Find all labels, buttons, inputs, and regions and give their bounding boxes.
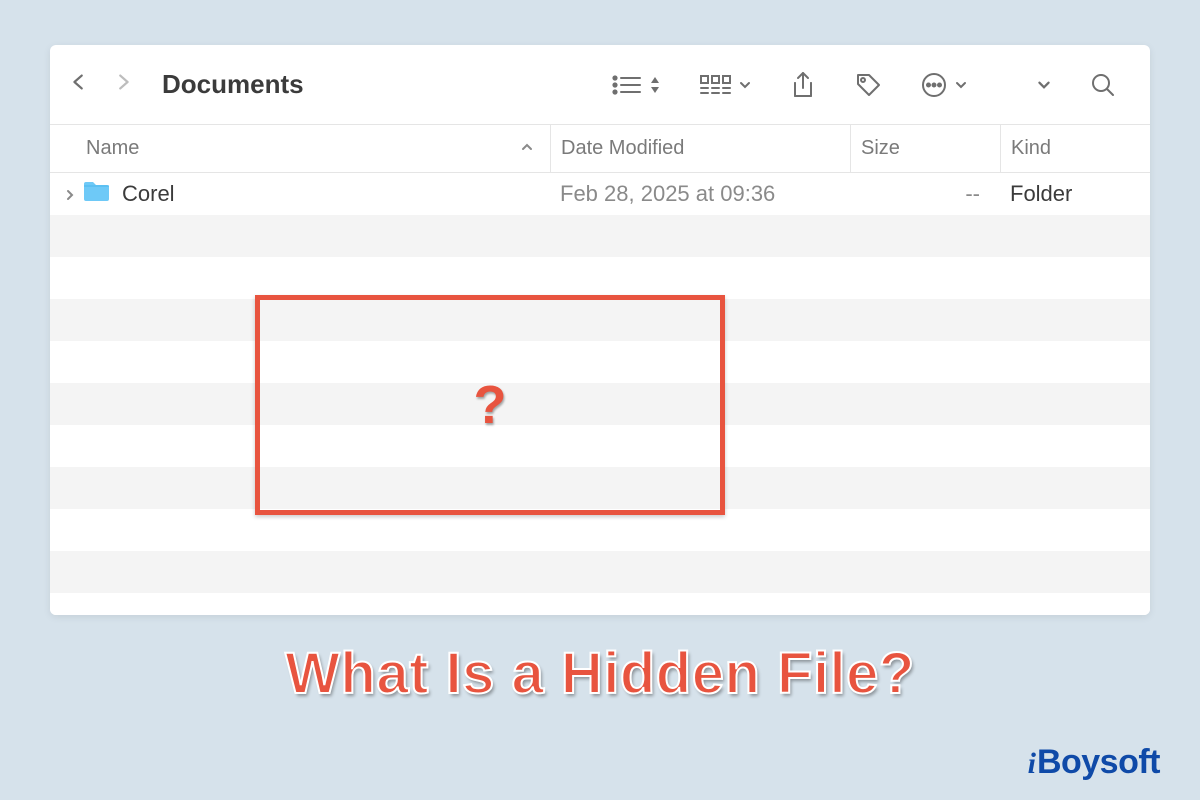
chevron-down-icon [954, 78, 968, 92]
share-button[interactable] [790, 71, 816, 99]
disclosure-triangle[interactable] [64, 181, 76, 207]
brand-logo: iBoysoft [1028, 743, 1160, 782]
file-name: Corel [122, 181, 175, 207]
empty-row [50, 383, 1150, 425]
folder-icon [82, 180, 116, 208]
back-button[interactable] [68, 65, 90, 104]
finder-window: Documents [50, 45, 1150, 615]
toolbar-overflow-button[interactable] [1036, 77, 1052, 93]
toolbar: Documents [50, 45, 1150, 125]
view-list-button[interactable] [612, 74, 662, 96]
column-header-kind[interactable]: Kind [1000, 125, 1150, 172]
empty-row [50, 593, 1150, 615]
sort-ascending-icon [520, 137, 534, 160]
empty-row [50, 509, 1150, 551]
file-list: Corel Feb 28, 2025 at 09:36 -- Folder [50, 173, 1150, 615]
column-header-date[interactable]: Date Modified [550, 125, 850, 172]
caption-text: What Is a Hidden File? [0, 640, 1200, 707]
forward-button[interactable] [112, 65, 134, 104]
empty-row [50, 257, 1150, 299]
group-by-button[interactable] [700, 74, 752, 96]
brand-rest: Boysoft [1037, 743, 1160, 782]
file-date: Feb 28, 2025 at 09:36 [550, 181, 850, 207]
chevron-down-icon [738, 78, 752, 92]
brand-prefix: i [1028, 747, 1036, 781]
nav-arrows [68, 65, 134, 104]
empty-row [50, 299, 1150, 341]
file-row[interactable]: Corel Feb 28, 2025 at 09:36 -- Folder [50, 173, 1150, 215]
column-name-label: Name [86, 137, 139, 160]
empty-row [50, 215, 1150, 257]
empty-row [50, 341, 1150, 383]
column-header-row: Name Date Modified Size Kind [50, 125, 1150, 173]
search-button[interactable] [1090, 72, 1116, 98]
file-kind: Folder [1000, 181, 1150, 207]
window-title: Documents [162, 69, 304, 100]
toolbar-actions [612, 71, 1116, 99]
up-down-icon [648, 74, 662, 96]
file-size: -- [850, 181, 1000, 207]
tags-button[interactable] [854, 71, 882, 99]
empty-row [50, 551, 1150, 593]
empty-row [50, 467, 1150, 509]
column-header-size[interactable]: Size [850, 125, 1000, 172]
more-actions-button[interactable] [920, 71, 968, 99]
column-header-name[interactable]: Name [50, 137, 550, 160]
empty-row [50, 425, 1150, 467]
